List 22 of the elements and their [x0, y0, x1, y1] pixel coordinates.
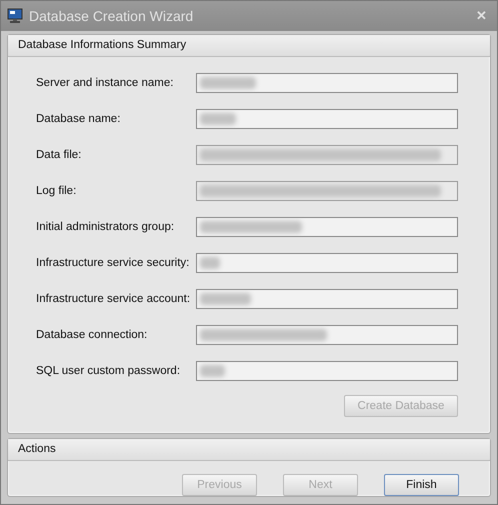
field-label: Infrastructure service account: [36, 292, 192, 305]
field-label: Initial administrators group: [36, 220, 176, 233]
field-label: SQL user custom password: [36, 364, 182, 377]
field-label: Data file: [36, 148, 82, 161]
field-label: Database connection: [36, 328, 148, 341]
field-label: Log file: [36, 184, 78, 197]
input-field[interactable] [196, 288, 458, 309]
panel-header: Actions [8, 439, 490, 461]
field-label: Server and instance name: [36, 76, 174, 89]
field-label: Database name: [36, 112, 122, 125]
input-field[interactable] [196, 360, 458, 381]
input-field[interactable] [196, 216, 458, 237]
close-button[interactable]: ✕ [474, 8, 489, 24]
panel-header: Database Informations Summary [8, 34, 490, 57]
window-title: Database Creation Wizard [29, 8, 194, 24]
input-field[interactable] [196, 108, 458, 129]
input-field[interactable] [196, 252, 458, 273]
field-label: Infrastructure service security: [36, 256, 190, 269]
wizard-button[interactable]: Finish [384, 474, 459, 496]
input-field[interactable] [196, 72, 458, 93]
monitor-icon [7, 8, 23, 24]
input-field[interactable] [196, 324, 458, 345]
